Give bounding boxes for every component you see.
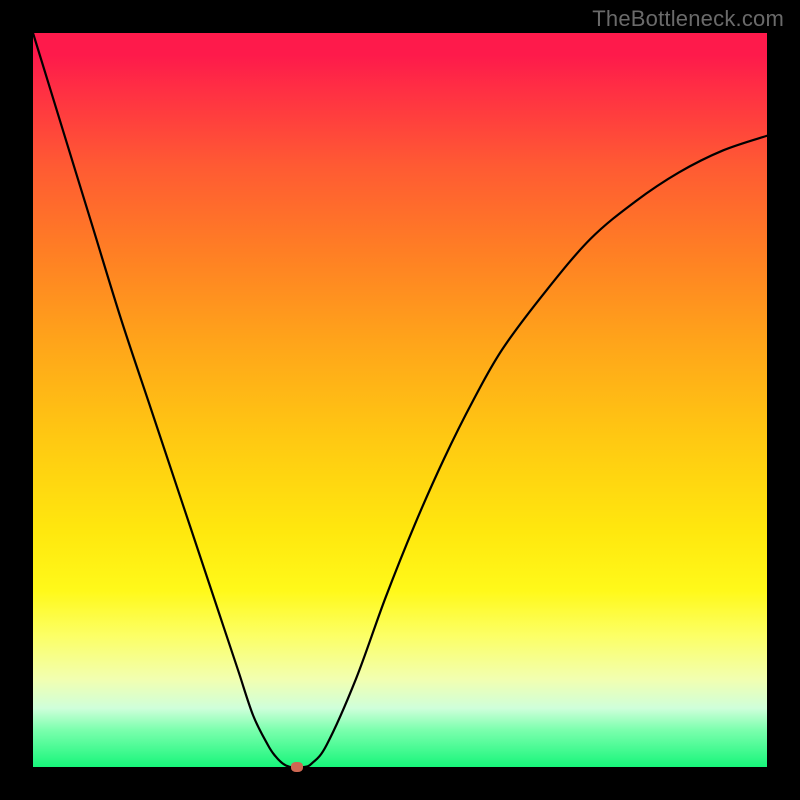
optimal-point-marker (291, 762, 303, 772)
watermark-text: TheBottleneck.com (592, 6, 784, 32)
bottleneck-curve (33, 33, 767, 767)
chart-frame: TheBottleneck.com (0, 0, 800, 800)
curve-svg (33, 33, 767, 767)
plot-area (33, 33, 767, 767)
